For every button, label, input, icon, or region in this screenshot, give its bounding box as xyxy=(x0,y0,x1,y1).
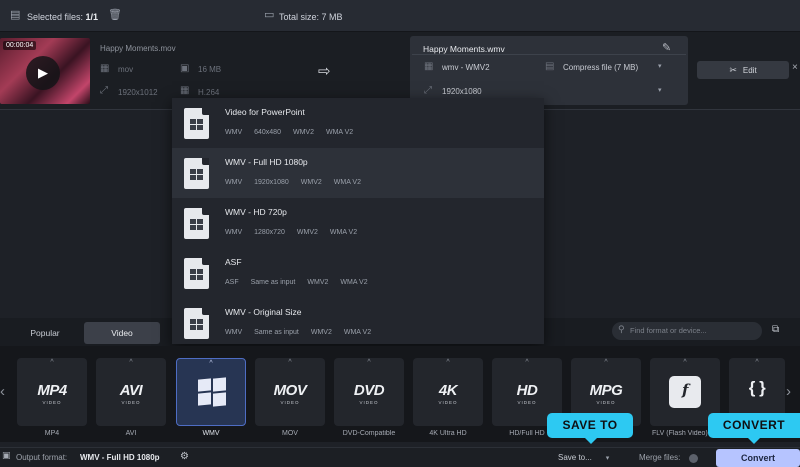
caret-up-icon: ^ xyxy=(50,359,54,366)
preset-name: ASF xyxy=(225,257,242,267)
merge-files-label: Merge files: xyxy=(639,453,681,462)
preset-name: WMV - Full HD 1080p xyxy=(225,157,308,167)
output-format-current: WMV - Full HD 1080p xyxy=(80,453,160,462)
save-to-button[interactable]: Save to... ▾ xyxy=(558,451,628,465)
format-tile-avi[interactable]: ^ AVI VIDEO xyxy=(96,358,166,426)
format-tile-wmv[interactable]: ^ xyxy=(176,358,246,426)
chevron-down-icon[interactable]: ▾ xyxy=(658,86,662,94)
caret-up-icon: ^ xyxy=(683,359,687,366)
format-tile-mp4[interactable]: ^ MP4 VIDEO xyxy=(17,358,87,426)
save-to-callout: SAVE TO xyxy=(547,413,633,444)
format-tile-dvd[interactable]: ^ DVD VIDEO xyxy=(334,358,404,426)
preset-item[interactable]: Video for PowerPoint WMV 640x480 WMV2 WMA V… xyxy=(172,98,544,148)
total-size-label: Total size: 7 MB xyxy=(279,12,343,22)
file-icon[interactable]: ▤ xyxy=(10,10,20,21)
chevron-right-icon[interactable]: › xyxy=(786,383,791,400)
output-format-label: Output format: xyxy=(16,453,68,462)
output-folder-icon[interactable]: ▣ xyxy=(2,450,11,461)
format-search-input[interactable]: Find format or device... xyxy=(612,322,762,340)
caret-up-icon: ^ xyxy=(604,359,608,366)
format-label: WMV xyxy=(202,430,220,437)
device-detect-icon[interactable]: ⧉ xyxy=(772,324,779,335)
format-label: DVD-Compatible xyxy=(342,430,396,437)
play-icon[interactable]: ▶ xyxy=(26,56,60,90)
format-label: 4K Ultra HD xyxy=(429,430,467,437)
preset-item[interactable]: WMV - HD 720p WMV 1280x720 WMV2 WMA V2 xyxy=(172,198,544,248)
format-tile-4k[interactable]: ^ 4K VIDEO xyxy=(413,358,483,426)
duration-badge: 00:00:04 xyxy=(3,41,37,50)
search-icon: ⚲ xyxy=(618,324,625,334)
windows-file-icon xyxy=(184,308,209,339)
windows-file-icon xyxy=(184,208,209,239)
caret-up-icon: ^ xyxy=(446,359,450,366)
caret-up-icon: ^ xyxy=(367,359,371,366)
rename-pencil-icon[interactable]: ✎ xyxy=(662,41,671,54)
format-tile-mov[interactable]: ^ MOV VIDEO xyxy=(255,358,325,426)
preset-name: WMV - HD 720p xyxy=(225,207,287,217)
windows-file-icon xyxy=(184,108,209,139)
convert-arrow-icon: ⇨ xyxy=(318,63,331,80)
tab-popular[interactable]: Popular xyxy=(6,322,84,344)
preset-item-selected[interactable]: WMV - Full HD 1080p WMV 1920x1080 WMV2 WMA … xyxy=(172,148,544,198)
preset-dropdown[interactable]: Video for PowerPoint WMV 640x480 WMV2 WMA V… xyxy=(172,98,544,344)
format-label: MOV xyxy=(282,430,298,437)
chevron-down-icon[interactable]: ▾ xyxy=(658,62,662,70)
resize-icon: ⤢ xyxy=(100,85,108,96)
convert-button[interactable]: Convert xyxy=(716,449,800,467)
panel-divider xyxy=(412,54,686,55)
source-resolution: 1920x1012 xyxy=(118,88,158,97)
windows-logo-icon xyxy=(198,377,226,407)
output-resize-icon: ⤢ xyxy=(424,85,432,96)
trash-icon[interactable]: 🗑 xyxy=(108,10,122,21)
output-filename[interactable]: Happy Moments.wmv xyxy=(423,44,505,54)
output-format-value[interactable]: wmv - WMV2 xyxy=(442,63,490,72)
source-filename: Happy Moments.mov xyxy=(100,44,176,53)
selected-files-label: Selected files: 1/1 xyxy=(27,12,99,22)
output-format-icon: ▦ xyxy=(424,61,434,72)
convert-callout: CONVERT xyxy=(708,413,800,444)
windows-file-icon xyxy=(184,158,209,189)
film-icon: ▦ xyxy=(100,63,110,74)
chevron-left-icon[interactable]: ‹ xyxy=(0,383,5,400)
disk-icon: ▣ xyxy=(180,63,190,74)
source-codec: H.264 xyxy=(198,88,220,97)
preset-specs: WMV 1280x720 WMV2 WMA V2 xyxy=(225,229,358,236)
preset-specs: WMV 1920x1080 WMV2 WMA V2 xyxy=(225,179,361,186)
compress-dropdown[interactable]: Compress file (7 MB) xyxy=(563,63,638,72)
scissors-icon: ✂ xyxy=(729,65,737,75)
caret-up-icon: ^ xyxy=(525,359,529,366)
close-icon[interactable]: × xyxy=(792,62,798,73)
format-label: AVI xyxy=(125,430,137,437)
merge-toggle[interactable] xyxy=(689,454,698,463)
preset-item[interactable]: WMV - Original Size WMV Same as input WMV2… xyxy=(172,298,544,348)
preset-name: WMV - Original Size xyxy=(225,307,302,317)
source-container: mov xyxy=(118,65,134,74)
output-resolution-value[interactable]: 1920x1080 xyxy=(442,87,482,96)
preset-specs: ASF Same as input WMV2 WMA V2 xyxy=(225,279,368,286)
codec-icon: ▦ xyxy=(180,85,190,96)
edit-button[interactable]: ✂ Edit xyxy=(697,61,789,79)
source-size: 16 MB xyxy=(198,65,222,74)
caret-up-icon: ^ xyxy=(755,359,759,366)
chevron-down-icon: ▾ xyxy=(605,455,610,462)
preset-item[interactable]: ASF ASF Same as input WMV2 WMA V2 xyxy=(172,248,544,298)
caret-up-icon: ^ xyxy=(129,359,133,366)
tab-video[interactable]: Video xyxy=(84,322,160,344)
gear-icon[interactable]: ⚙ xyxy=(180,451,189,462)
preset-name: Video for PowerPoint xyxy=(225,107,305,117)
caret-up-icon: ^ xyxy=(209,360,213,367)
format-label: FLV (Flash Video) xyxy=(652,430,708,437)
compress-icon: ▤ xyxy=(545,61,555,72)
windows-file-icon xyxy=(184,258,209,289)
preset-specs: WMV Same as input WMV2 WMA V2 xyxy=(225,329,372,336)
caret-up-icon: ^ xyxy=(288,359,292,366)
format-label: MP4 xyxy=(44,430,60,437)
size-icon: ▭ xyxy=(264,9,275,21)
preset-specs: WMV 640x480 WMV2 WMA V2 xyxy=(225,129,354,136)
